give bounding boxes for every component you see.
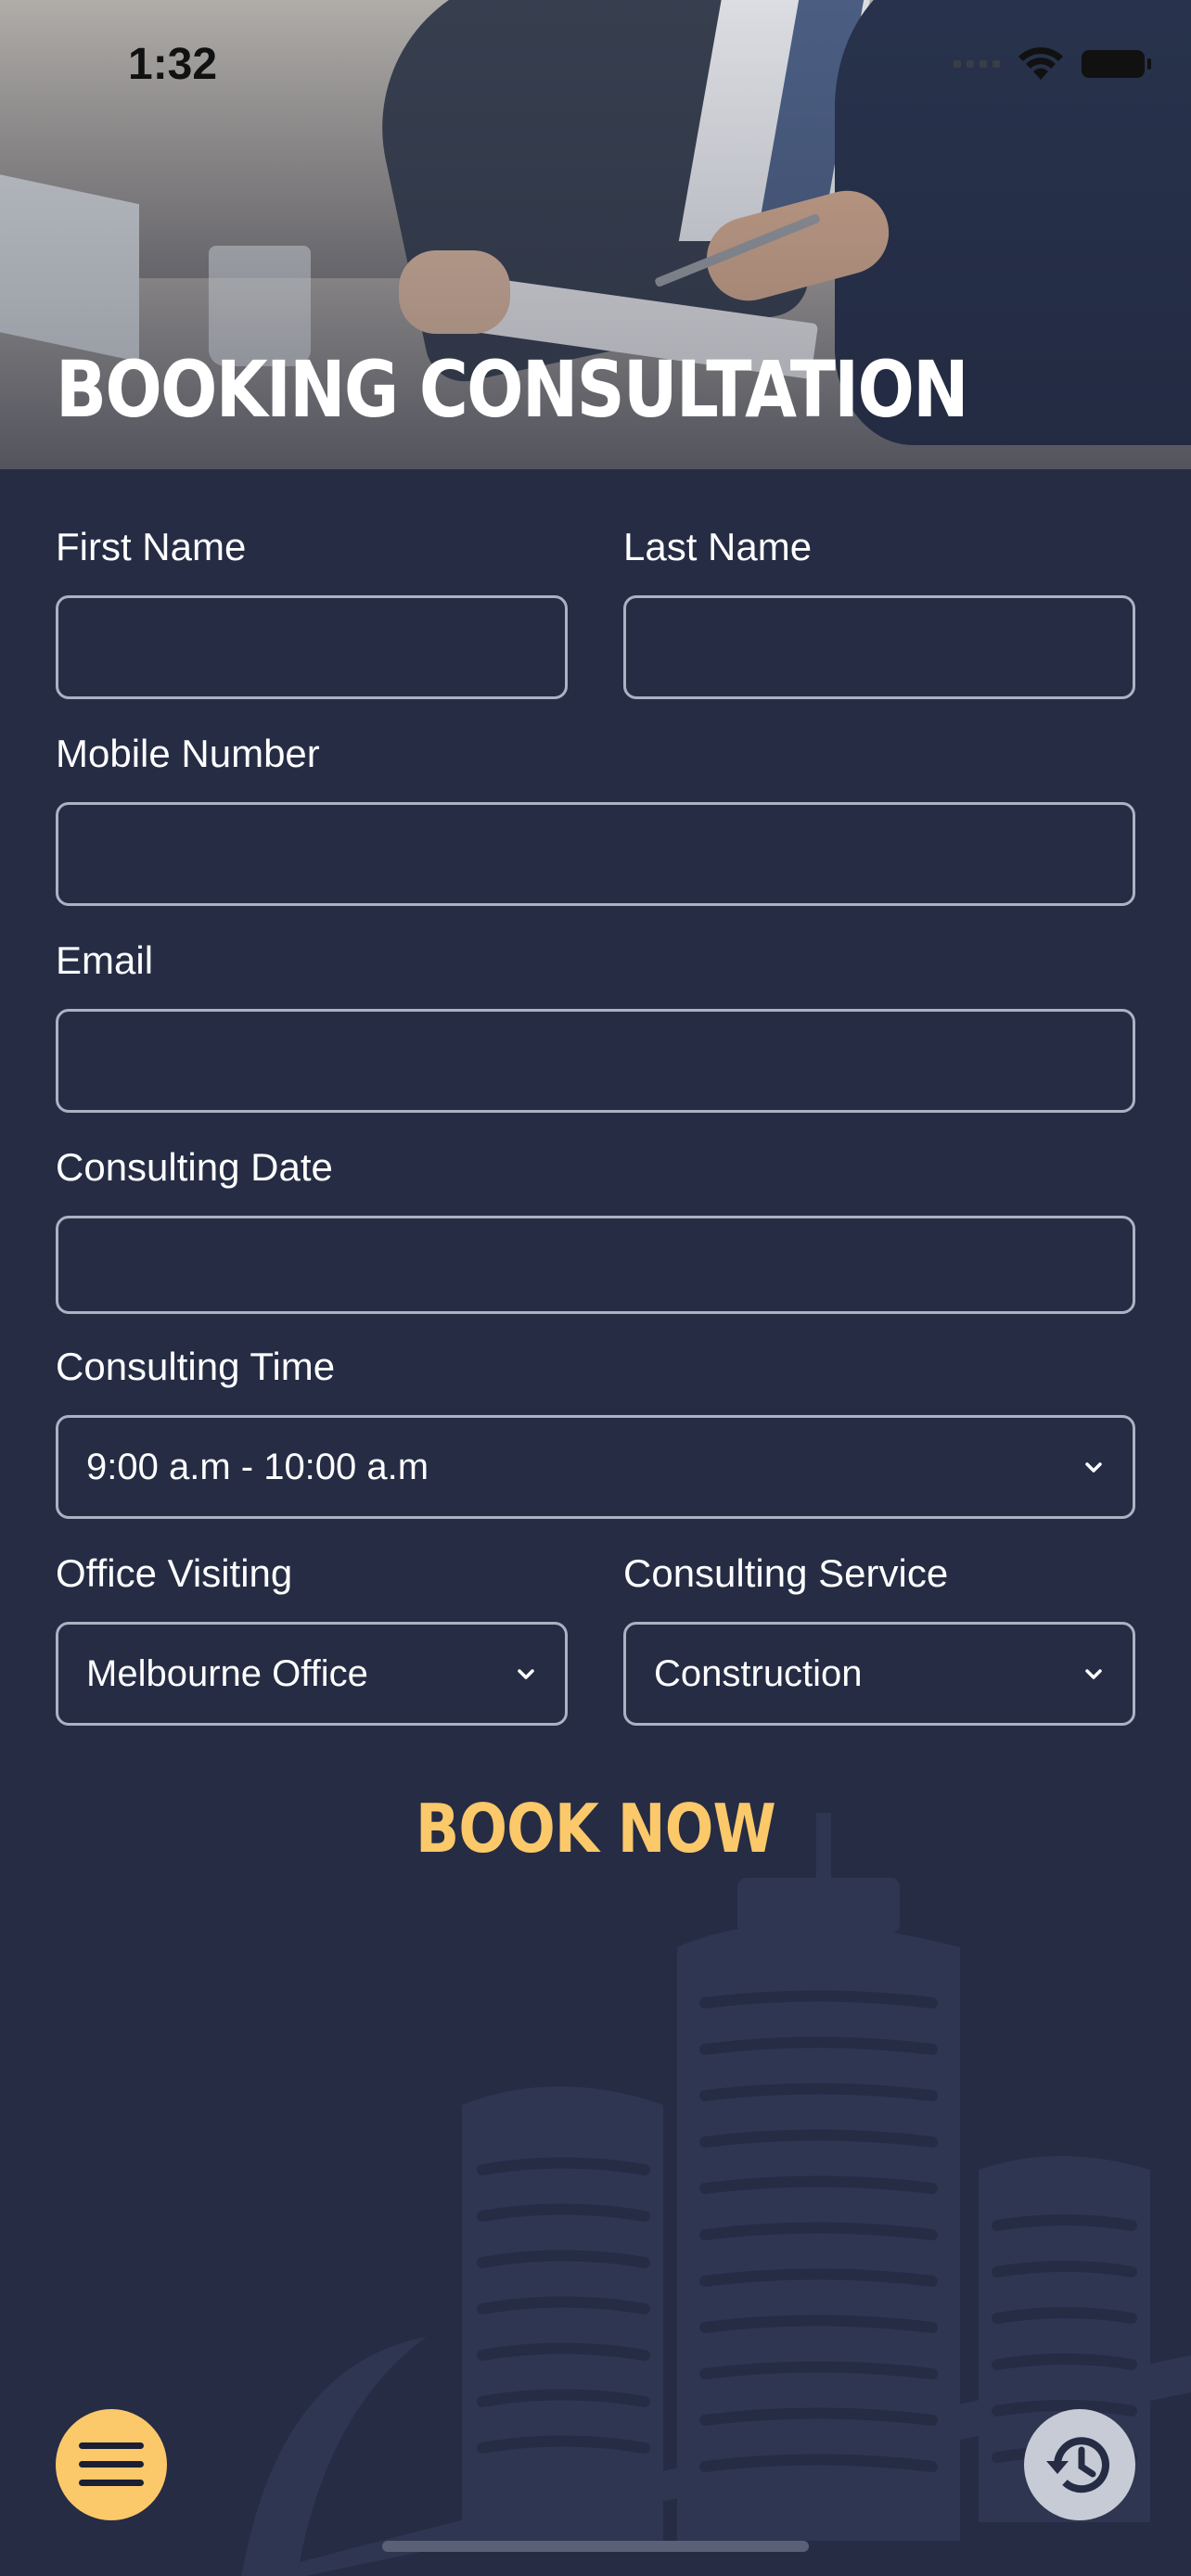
status-time: 1:32 <box>128 40 218 89</box>
mobile-number-input[interactable] <box>56 802 1135 906</box>
menu-button[interactable] <box>56 2409 167 2520</box>
consulting-date-input[interactable] <box>56 1216 1135 1314</box>
consulting-time-value: 9:00 a.m - 10:00 a.m <box>86 1446 429 1487</box>
book-now-button[interactable]: BOOK NOW <box>83 1790 1108 1868</box>
mobile-number-label: Mobile Number <box>56 732 320 775</box>
last-name-label: Last Name <box>623 525 813 568</box>
consulting-date-label: Consulting Date <box>56 1145 333 1189</box>
home-indicator <box>382 2541 809 2552</box>
consulting-service-select[interactable]: Construction <box>623 1622 1135 1726</box>
consulting-service-label: Consulting Service <box>623 1551 949 1595</box>
consulting-time-label: Consulting Time <box>56 1345 336 1388</box>
chevron-down-icon <box>1085 1669 1102 1679</box>
hamburger-menu-icon <box>79 2442 144 2486</box>
last-name-input[interactable] <box>623 595 1135 699</box>
consulting-service-value: Construction <box>654 1652 863 1694</box>
chevron-down-icon <box>518 1669 534 1679</box>
consulting-time-select[interactable]: 9:00 a.m - 10:00 a.m <box>56 1415 1135 1519</box>
building-watermark-icon <box>241 1813 1191 2576</box>
email-label: Email <box>56 938 154 982</box>
office-visiting-value: Melbourne Office <box>86 1652 368 1694</box>
email-input[interactable] <box>56 1009 1135 1113</box>
history-button[interactable] <box>1024 2409 1135 2520</box>
cellular-signal-icon <box>954 60 1000 68</box>
first-name-label: First Name <box>56 525 247 568</box>
page-title: BOOKING CONSULTATION <box>56 344 969 435</box>
chevron-down-icon <box>1085 1462 1102 1473</box>
office-visiting-select[interactable]: Melbourne Office <box>56 1622 568 1726</box>
status-icons <box>954 46 1151 82</box>
header-banner: 1:32 BOOKING CONSULTATION <box>0 0 1191 469</box>
history-icon <box>1046 2437 1109 2493</box>
wifi-icon <box>1018 47 1063 80</box>
office-visiting-label: Office Visiting <box>56 1551 293 1595</box>
first-name-input[interactable] <box>56 595 568 699</box>
battery-icon <box>1082 50 1151 78</box>
